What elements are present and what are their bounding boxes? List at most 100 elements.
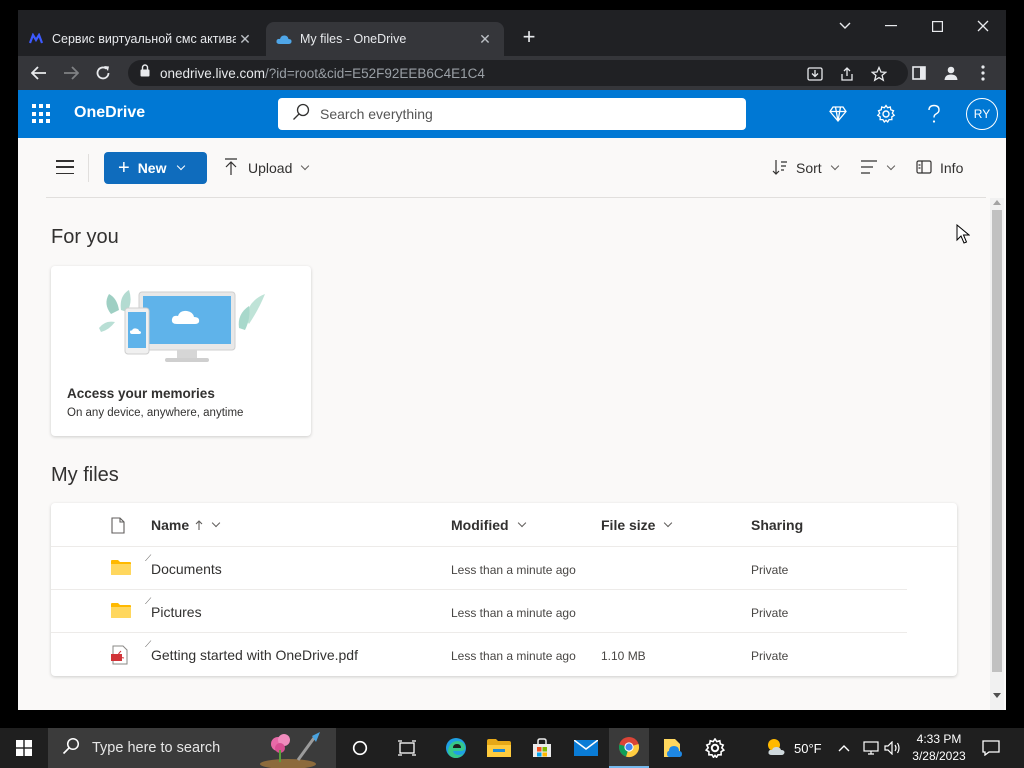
new-button-label: New: [137, 160, 167, 176]
settings-gear-icon[interactable]: [695, 728, 735, 768]
app-launcher-icon[interactable]: [32, 104, 52, 124]
file-row-getting-started-pdf[interactable]: ⟋ Getting started with OneDrive.pdf Less …: [51, 633, 907, 676]
show-hidden-icons-chevron-icon[interactable]: [838, 728, 850, 768]
taskbar-search-box[interactable]: Type here to search: [48, 728, 336, 768]
system-clock[interactable]: 4:33 PM 3/28/2023: [906, 731, 972, 765]
scroll-down-arrow-icon[interactable]: [993, 693, 1001, 698]
weather-widget[interactable]: 50°F: [764, 728, 822, 768]
new-tab-button[interactable]: +: [515, 24, 543, 52]
install-app-icon[interactable]: [806, 65, 824, 83]
view-options-button[interactable]: [860, 156, 896, 180]
taskbar-search-text: Type here to search: [92, 740, 221, 756]
tab-search-chevron-icon[interactable]: [822, 10, 868, 42]
search-icon: [292, 103, 310, 126]
tab-title: My files - OneDrive: [300, 32, 407, 46]
network-icon[interactable]: [862, 728, 880, 768]
scrollbar-thumb[interactable]: [992, 210, 1002, 672]
account-avatar[interactable]: RY: [966, 98, 998, 130]
side-panel-icon[interactable]: [906, 60, 932, 86]
upload-button[interactable]: Upload: [224, 156, 310, 180]
edge-browser-icon[interactable]: [436, 728, 476, 768]
bookmark-star-icon[interactable]: [870, 65, 888, 83]
file-name-text: Documents: [151, 561, 222, 577]
for-you-heading: For you: [51, 226, 119, 248]
url-path: /?id=root&cid=E52F92EEB6C4E1C4: [265, 65, 485, 81]
back-button[interactable]: [26, 60, 52, 86]
new-button[interactable]: + New: [104, 152, 207, 184]
sort-button[interactable]: Sort: [772, 156, 839, 180]
file-name[interactable]: ⟋ Getting started with OneDrive.pdf: [145, 639, 358, 663]
scroll-up-arrow-icon[interactable]: [993, 200, 1001, 205]
partly-cloudy-weather-icon: [764, 737, 788, 760]
folder-icon: [111, 602, 131, 623]
lock-icon: [140, 64, 150, 82]
card-subtitle: On any device, anywhere, anytime: [67, 407, 244, 419]
tab-title: Сервис виртуальной смс актива: [52, 32, 236, 46]
notes-app-icon[interactable]: [652, 728, 692, 768]
memories-card[interactable]: Access your memories On any device, anyw…: [51, 266, 311, 436]
premium-diamond-icon[interactable]: [826, 102, 850, 126]
command-bar: + New Upload Sort Info: [46, 138, 986, 198]
file-explorer-icon[interactable]: [479, 728, 519, 768]
start-windows-icon[interactable]: [0, 728, 48, 768]
sharing-column-header[interactable]: Sharing: [751, 517, 803, 533]
onedrive-brand[interactable]: OneDrive: [74, 104, 145, 122]
sort-icon: [772, 159, 788, 178]
pdf-file-icon: [111, 645, 129, 670]
file-row-documents[interactable]: ⟋ Documents Less than a minute ago Privat…: [51, 547, 907, 590]
sort-ascending-arrow-icon: [195, 517, 203, 533]
file-modified: Less than a minute ago: [451, 606, 576, 620]
chrome-browser-icon[interactable]: [609, 728, 649, 768]
new-item-sparkle-icon: ⟋: [145, 639, 152, 649]
forward-button[interactable]: [58, 60, 84, 86]
modified-column-header[interactable]: Modified: [451, 517, 526, 533]
hamburger-menu-icon[interactable]: [56, 160, 74, 174]
search-icon: [62, 737, 80, 760]
sms-service-favicon-icon: [28, 31, 44, 47]
vertical-scrollbar[interactable]: [990, 198, 1004, 710]
file-sharing: Private: [751, 649, 789, 663]
chevron-down-icon: [301, 161, 310, 171]
profile-icon[interactable]: [938, 60, 964, 86]
files-list-header: Name Modified File size Sharing: [51, 503, 957, 547]
chevron-down-icon: [211, 518, 221, 528]
info-button[interactable]: Info: [916, 156, 963, 180]
list-view-icon: [860, 159, 878, 177]
file-size: 1.10 MB: [601, 649, 646, 663]
url-text: onedrive.live.com/?id=root&cid=E52F92EEB…: [160, 66, 485, 81]
file-modified: Less than a minute ago: [451, 563, 576, 577]
tab-sms-service[interactable]: Сервис виртуальной смс актива ✕: [18, 22, 264, 56]
help-question-icon[interactable]: [922, 102, 946, 126]
search-box[interactable]: [278, 98, 746, 130]
settings-gear-icon[interactable]: [874, 102, 898, 126]
address-bar[interactable]: onedrive.live.com/?id=root&cid=E52F92EEB…: [128, 60, 908, 86]
task-view-icon[interactable]: [387, 728, 427, 768]
size-column-header[interactable]: File size: [601, 517, 673, 533]
folder-icon: [111, 559, 131, 580]
upload-arrow-icon: [224, 157, 238, 179]
volume-speaker-icon[interactable]: [884, 728, 902, 768]
chevron-down-icon: [886, 161, 896, 171]
maximize-button[interactable]: [914, 10, 960, 42]
name-column-header[interactable]: Name: [151, 517, 221, 533]
onedrive-cloud-favicon-icon: [276, 31, 292, 47]
tab-close-icon[interactable]: ✕: [236, 31, 254, 48]
notifications-icon[interactable]: [982, 728, 1000, 768]
share-icon[interactable]: [838, 65, 856, 83]
minimize-button[interactable]: [868, 10, 914, 42]
tab-close-icon[interactable]: ✕: [476, 31, 494, 48]
reload-button[interactable]: [90, 60, 116, 86]
browser-menu-icon[interactable]: [970, 60, 996, 86]
file-name[interactable]: ⟋ Documents: [145, 553, 222, 577]
close-window-button[interactable]: [960, 10, 1006, 42]
tab-onedrive[interactable]: My files - OneDrive ✕: [266, 22, 504, 56]
windows-taskbar: Type here to search 50°F 4:33 PM 3/28/20…: [0, 728, 1024, 768]
file-row-pictures[interactable]: ⟋ Pictures Less than a minute ago Private: [51, 590, 907, 633]
microsoft-store-icon[interactable]: [522, 728, 562, 768]
file-name[interactable]: ⟋ Pictures: [145, 596, 202, 620]
file-type-column-icon[interactable]: [111, 517, 125, 534]
cortana-circle-icon[interactable]: [340, 728, 380, 768]
search-input[interactable]: [320, 106, 720, 122]
clock-date: 3/28/2023: [912, 749, 966, 763]
mail-icon[interactable]: [566, 728, 606, 768]
